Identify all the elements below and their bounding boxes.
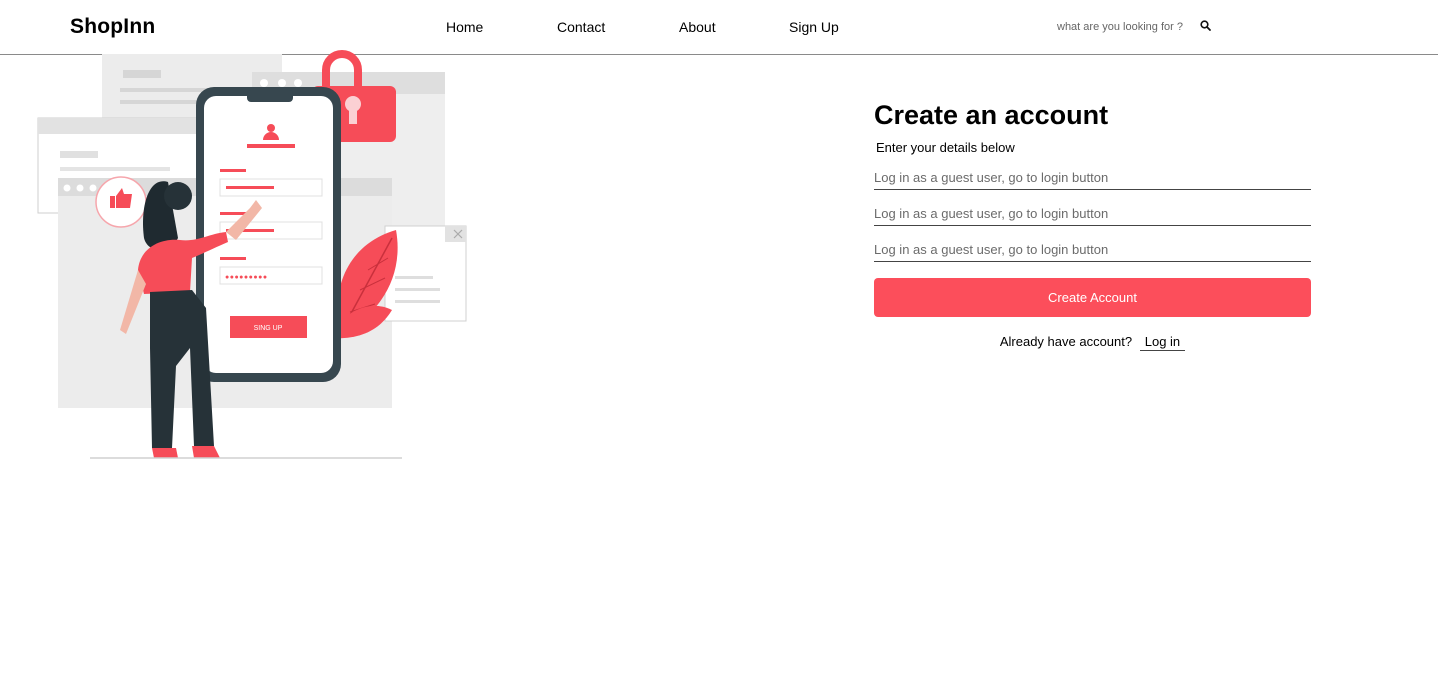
illustration-signup-label: SING UP <box>254 325 283 332</box>
nav-link-about[interactable]: About <box>679 19 716 35</box>
login-link[interactable]: Log in <box>1139 334 1186 351</box>
search-bar <box>1055 16 1215 38</box>
search-input[interactable] <box>1055 16 1187 38</box>
search-icon[interactable] <box>1199 19 1213 33</box>
email-field[interactable] <box>874 201 1311 226</box>
login-prompt-text: Already have account? <box>999 334 1133 349</box>
form-subtitle: Enter your details below <box>876 140 1015 155</box>
top-navbar: ShopInn Home Contact About Sign Up <box>0 0 1438 55</box>
nav-link-sign-up[interactable]: Sign Up <box>789 19 839 35</box>
page-title: Create an account <box>874 100 1109 130</box>
signup-form: Create an account Enter your details bel… <box>874 98 1311 351</box>
nav-link-home[interactable]: Home <box>446 19 483 35</box>
login-prompt-row: Already have account? Log in <box>874 334 1311 351</box>
brand-logo[interactable]: ShopInn <box>70 15 155 39</box>
password-dots: ●●●●●●●●● <box>225 274 268 281</box>
password-field[interactable] <box>874 237 1311 262</box>
thumbs-up-icon <box>95 176 147 228</box>
nav-link-contact[interactable]: Contact <box>557 19 605 35</box>
name-field[interactable] <box>874 165 1311 190</box>
create-account-button[interactable]: Create Account <box>874 278 1311 317</box>
signup-illustration: ●●●●●●●●● SING UP <box>37 50 467 459</box>
